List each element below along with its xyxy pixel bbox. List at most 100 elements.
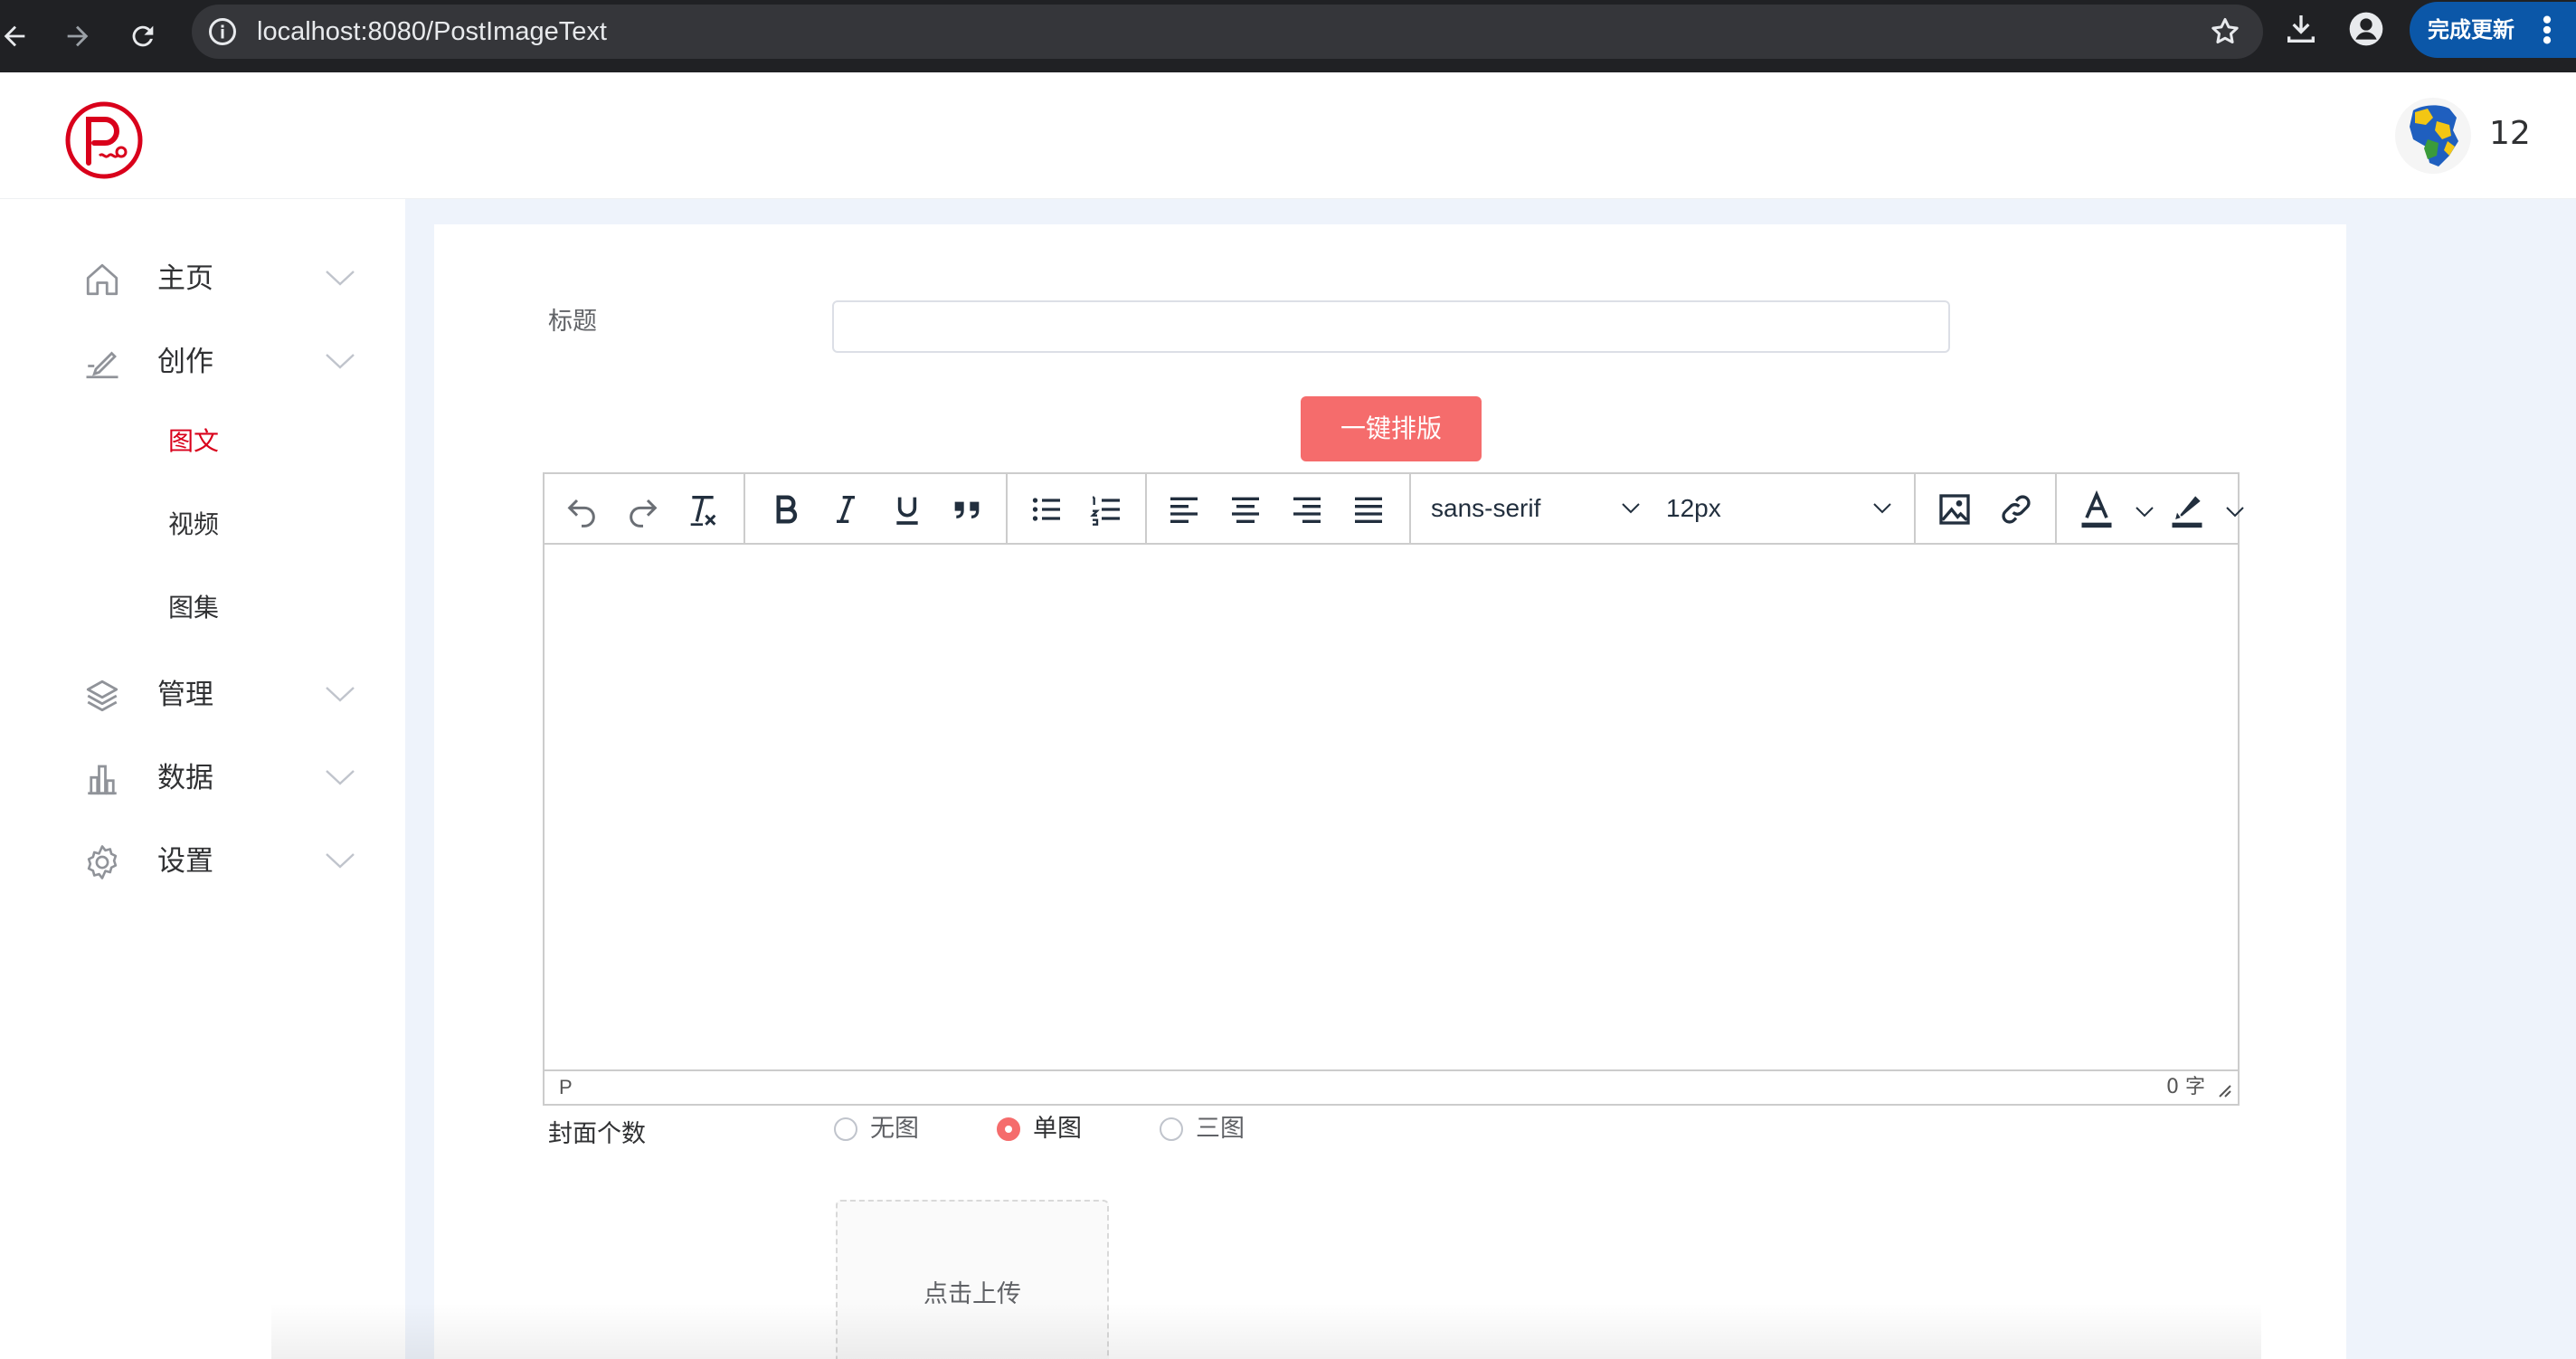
title-input[interactable] — [832, 300, 1950, 353]
element-path[interactable]: P — [559, 1071, 573, 1104]
italic-button[interactable] — [825, 489, 867, 530]
radio-three-images[interactable]: 三图 — [1160, 1109, 1286, 1145]
reload-icon — [132, 25, 154, 47]
more-vert-icon — [2543, 15, 2552, 44]
sidebar-item-label: 设置 — [157, 845, 213, 878]
sidebar-item-data[interactable]: 数据 — [0, 737, 405, 820]
sidebar-subitem-label: 图集 — [168, 593, 220, 622]
sidebar-subitem-gallery[interactable]: 图集 — [0, 566, 405, 650]
upload-label: 点击上传 — [923, 1280, 1021, 1308]
radio-label: 三图 — [1196, 1115, 1245, 1143]
font-family-select[interactable]: sans-serif — [1431, 474, 1648, 543]
star-icon[interactable] — [2209, 15, 2241, 48]
sidebar-item-home[interactable]: 主页 — [0, 237, 405, 320]
logo[interactable] — [63, 100, 145, 181]
forward-icon — [67, 25, 89, 47]
browser-toolbar: localhost:8080/PostImageText 完成更新 — [0, 0, 2576, 72]
image-icon — [1939, 494, 1970, 525]
sidebar-item-manage[interactable]: 管理 — [0, 653, 405, 737]
info-icon[interactable] — [206, 15, 239, 48]
sidebar-item-settings[interactable]: 设置 — [0, 820, 405, 903]
sidebar-item-label: 数据 — [157, 762, 213, 794]
highlight-color-button[interactable] — [2167, 485, 2254, 534]
sidebar-item-label: 主页 — [157, 262, 213, 295]
chevron-down-icon — [1622, 503, 1640, 514]
align-left-button[interactable] — [1163, 489, 1205, 530]
back-button[interactable] — [0, 13, 38, 60]
editor-content-area[interactable] — [545, 545, 2238, 1069]
avatar[interactable] — [2395, 98, 2471, 174]
font-size-value: 12px — [1666, 494, 1721, 522]
sidebar: 主页 创作 图文 视频 图集 管理 数据 设置 — [0, 199, 405, 1359]
quote-icon — [954, 501, 980, 518]
toolbar-divider — [1006, 474, 1008, 543]
gear-icon — [87, 845, 118, 879]
link-icon — [2002, 495, 2031, 524]
align-left-icon — [1170, 497, 1198, 523]
radio-single-image[interactable]: 单图 — [997, 1109, 1123, 1145]
app-header: 12 — [0, 72, 2576, 199]
home-icon — [86, 263, 118, 296]
resize-handle-icon[interactable] — [2214, 1080, 2232, 1098]
download-icon[interactable] — [2283, 11, 2319, 47]
bar-chart-icon — [88, 765, 117, 795]
profile-icon[interactable] — [2348, 11, 2384, 47]
align-right-button[interactable] — [1286, 489, 1328, 530]
chevron-down-icon — [326, 853, 355, 869]
align-center-icon — [1232, 497, 1259, 523]
numbered-list-icon — [1090, 496, 1120, 526]
sidebar-item-label: 创作 — [157, 346, 213, 378]
clear-format-button[interactable] — [682, 489, 724, 530]
format-button[interactable]: 一键排版 — [1301, 396, 1482, 461]
font-size-select[interactable]: 12px — [1666, 474, 1910, 543]
redo-button[interactable] — [622, 489, 664, 530]
underline-button[interactable] — [886, 489, 928, 530]
chevron-down-icon — [1873, 503, 1891, 514]
text-color-icon — [2081, 489, 2112, 528]
upload-area[interactable]: 点击上传 — [836, 1200, 1109, 1359]
radio-label: 无图 — [870, 1115, 919, 1143]
clear-format-icon — [690, 496, 716, 526]
toolbar-divider — [1145, 474, 1147, 543]
text-color-button[interactable] — [2077, 485, 2164, 534]
url-text[interactable]: localhost:8080/PostImageText — [257, 5, 607, 59]
bullet-list-button[interactable] — [1026, 489, 1067, 530]
bold-button[interactable] — [765, 489, 807, 530]
align-right-icon — [1293, 497, 1321, 523]
undo-button[interactable] — [561, 489, 602, 530]
font-family-value: sans-serif — [1431, 494, 1541, 522]
highlighter-icon — [2172, 496, 2202, 528]
align-center-button[interactable] — [1225, 489, 1266, 530]
blockquote-button[interactable] — [946, 489, 988, 530]
radio-circle — [997, 1117, 1020, 1141]
forward-button[interactable] — [54, 13, 101, 60]
align-justify-button[interactable] — [1348, 489, 1389, 530]
pen-icon — [86, 351, 118, 379]
reload-button[interactable] — [119, 13, 166, 60]
layers-icon — [86, 680, 118, 712]
chevron-down-icon — [326, 770, 355, 785]
back-icon — [4, 25, 25, 47]
update-button[interactable]: 完成更新 — [2410, 2, 2576, 58]
radio-label: 单图 — [1033, 1115, 1082, 1143]
radio-circle — [1160, 1117, 1183, 1141]
sidebar-subitem-video[interactable]: 视频 — [0, 483, 405, 566]
toolbar-divider — [2055, 474, 2057, 543]
toolbar-divider — [1914, 474, 1916, 543]
sidebar-item-create[interactable]: 创作 — [0, 320, 405, 404]
toolbar-divider — [743, 474, 745, 543]
word-count: 0 字 — [2166, 1076, 2205, 1098]
sidebar-subitem-label: 视频 — [168, 509, 220, 539]
rich-text-editor: sans-serif 12px P 0 字 — [543, 472, 2244, 1106]
bold-icon — [776, 495, 798, 524]
numbered-list-button[interactable] — [1085, 489, 1127, 530]
radio-no-image[interactable]: 无图 — [834, 1109, 961, 1145]
insert-image-button[interactable] — [1934, 489, 1975, 530]
chevron-down-icon — [326, 687, 355, 702]
username[interactable]: 12 — [2489, 112, 2531, 156]
sidebar-subitem-image-text[interactable]: 图文 — [0, 400, 405, 483]
bullet-list-icon — [1032, 498, 1060, 521]
italic-icon — [837, 496, 855, 523]
address-bar[interactable]: localhost:8080/PostImageText — [192, 5, 2263, 59]
insert-link-button[interactable] — [1995, 489, 2037, 530]
